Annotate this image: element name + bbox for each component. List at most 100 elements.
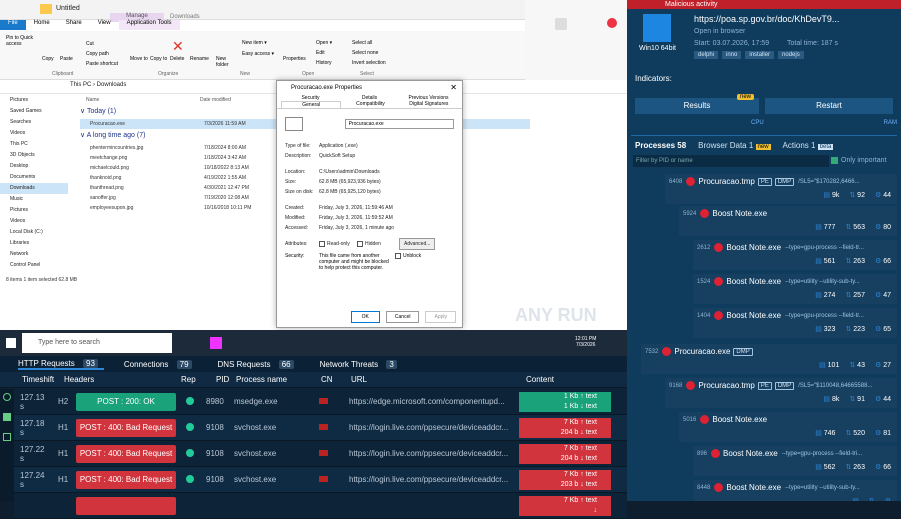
nav-item[interactable]: Documents — [0, 172, 68, 183]
tag[interactable]: inno — [722, 51, 742, 59]
nav-item[interactable]: Videos — [0, 128, 68, 139]
nav-item[interactable]: Local Disk (C:) — [0, 227, 68, 238]
select-all-button[interactable]: Select all — [352, 40, 372, 46]
tab-processes[interactable]: Processes 58 — [635, 141, 686, 150]
tab-actions[interactable]: Actions 1 beta — [783, 141, 834, 150]
pin-button[interactable]: Pin to Quick access — [6, 35, 36, 47]
nav-item[interactable]: Network — [0, 249, 68, 260]
process-node[interactable]: 2612 Boost Note.exe --type=gpu-process --f… — [693, 240, 897, 270]
process-node[interactable]: 7532 Procuracao.exe DMP ▤ 101 ⇅ 43 ⚙ 27 — [641, 344, 897, 374]
table-row[interactable]: 127.18 s H1 POST : 400: Bad Request 9108 svc… — [14, 415, 627, 441]
nav-item[interactable]: Pictures — [0, 95, 68, 106]
col-name[interactable]: Name — [80, 95, 200, 105]
process-node[interactable]: 5016 Boost Note.exe ▤ 746 ⇅ 520 ⚙ 81 — [679, 412, 897, 442]
move-to-button[interactable]: Move to — [130, 56, 148, 62]
file-icon[interactable] — [3, 413, 11, 421]
close-icon[interactable]: ✕ — [450, 83, 457, 92]
paste-button[interactable]: Paste — [60, 56, 73, 62]
tab-dns-requests[interactable]: DNS Requests 66 — [218, 359, 300, 369]
ok-button[interactable]: OK — [350, 311, 380, 323]
tab-general[interactable]: General — [281, 101, 342, 108]
taskbar-search[interactable]: Type here to search — [22, 333, 172, 353]
process-node[interactable]: 5924 Boost Note.exe ▤ 777 ⇅ 563 ⚙ 80 — [679, 206, 897, 236]
table-row[interactable]: 7 Kb ↑ text ↓ — [14, 493, 627, 519]
url[interactable]: https://login.live.com/ppsecure/devicead… — [349, 423, 519, 432]
new-item-button[interactable]: New item ▾ — [242, 40, 267, 46]
tag[interactable]: nodejs — [778, 51, 804, 59]
nav-item[interactable]: Music — [0, 194, 68, 205]
tab-home[interactable]: Home — [25, 20, 58, 30]
copy-to-button[interactable]: Copy to — [150, 56, 167, 62]
nav-item[interactable]: 3D Objects — [0, 150, 68, 161]
restart-button[interactable]: Restart — [765, 98, 893, 114]
tab-digital-signatures[interactable]: Digital Signatures — [400, 101, 458, 108]
results-label: Results — [683, 101, 711, 110]
advanced-button[interactable]: Advanced... — [399, 238, 436, 250]
windows-start-icon[interactable] — [6, 338, 16, 348]
tab-file[interactable]: File — [0, 20, 26, 30]
delete-button[interactable]: Delete — [170, 56, 184, 62]
nav-item[interactable]: Control Panel — [0, 260, 68, 271]
rename-button[interactable]: Rename — [190, 56, 209, 62]
url[interactable]: https://login.live.com/ppsecure/devicead… — [349, 449, 519, 458]
nav-item[interactable]: Saved Games — [0, 106, 68, 117]
copy-button[interactable]: Copy — [42, 56, 54, 62]
copy-path-button[interactable]: Copy path — [86, 51, 109, 57]
table-row[interactable]: 127.24 s H1 POST : 400: Bad Request 9108 svc… — [14, 467, 627, 493]
globe-icon[interactable] — [3, 393, 11, 401]
col-date[interactable]: Date modified — [200, 95, 231, 105]
tab-application-tools[interactable]: Application Tools — [118, 20, 180, 30]
tab-compatibility[interactable]: Compatibility — [341, 101, 399, 108]
filename-field[interactable]: Procuracao.exe — [344, 119, 454, 129]
cut-button[interactable]: Cut — [86, 41, 94, 47]
tab-share[interactable]: Share — [58, 20, 90, 30]
tab-connections[interactable]: Connections 79 — [124, 359, 198, 369]
open-button[interactable]: Open ▾ — [316, 40, 332, 46]
history-button[interactable]: History — [316, 60, 332, 66]
filter-input[interactable]: Filter by PID or name — [633, 155, 829, 167]
bug-icon[interactable] — [3, 433, 11, 441]
paste-shortcut-button[interactable]: Paste shortcut — [86, 61, 118, 67]
nav-item[interactable]: This PC — [0, 139, 68, 150]
download-icon[interactable] — [555, 18, 567, 30]
process-node[interactable]: 9168 Procuracao.tmp PE DMP/SL5="$110048,646… — [665, 378, 897, 408]
process-node[interactable]: 8448 Boost Note.exe --type=utility --utili… — [693, 480, 897, 501]
open-in-browser-link[interactable]: Open in browser — [694, 28, 745, 35]
nav-item[interactable]: Searches — [0, 117, 68, 128]
new-folder-button[interactable]: New folder — [216, 56, 238, 68]
readonly-checkbox[interactable] — [319, 241, 325, 247]
unblock-checkbox[interactable] — [395, 253, 401, 259]
easy-access-button[interactable]: Easy access ▾ — [242, 51, 274, 57]
process-node[interactable]: 896 Boost Note.exe --type=gpu-process --fi… — [693, 446, 897, 476]
nav-item-downloads[interactable]: Downloads — [0, 183, 68, 194]
edit-button[interactable]: Edit — [316, 50, 325, 56]
tab-view[interactable]: View — [90, 20, 119, 30]
tag[interactable]: delphi — [694, 51, 719, 59]
url[interactable]: https://login.live.com/ppsecure/devicead… — [349, 475, 519, 484]
nav-item[interactable]: Desktop — [0, 161, 68, 172]
results-button[interactable]: Results — [635, 98, 759, 114]
nav-item[interactable]: Pictures — [0, 205, 68, 216]
copilot-icon[interactable] — [607, 18, 617, 28]
tab-browser-data[interactable]: Browser Data 1 new — [698, 141, 771, 150]
firefox-icon[interactable] — [210, 337, 222, 349]
tag[interactable]: installer — [745, 51, 775, 59]
task-url[interactable]: https://poa.sp.gov.br/doc/KhDevT9... — [694, 14, 869, 24]
properties-button[interactable]: Properties — [283, 56, 306, 62]
select-none-button[interactable]: Select none — [352, 50, 378, 56]
process-node[interactable]: 6408 Procuracao.tmp PE DMP/SL5="$170282,646… — [665, 174, 897, 204]
cancel-button[interactable]: Cancel — [385, 311, 420, 323]
process-node[interactable]: 1524 Boost Note.exe --type=utility --utili… — [693, 274, 897, 304]
tab-http-requests[interactable]: HTTP Requests 93 — [18, 358, 104, 370]
hidden-checkbox[interactable] — [357, 241, 363, 247]
invert-selection-button[interactable]: Invert selection — [352, 60, 386, 66]
apply-button[interactable]: Apply — [425, 311, 456, 323]
nav-item[interactable]: Libraries — [0, 238, 68, 249]
table-row[interactable]: 127.13 s H2 POST : 200: OK 8980 msedge.exe ht… — [14, 389, 627, 415]
url[interactable]: https://edge.microsoft.com/componentupd.… — [349, 397, 519, 406]
process-node[interactable]: 1404 Boost Note.exe --type=gpu-process --f… — [693, 308, 897, 338]
tab-network-threats[interactable]: Network Threats 3 — [320, 359, 403, 369]
only-important-checkbox[interactable] — [831, 157, 838, 164]
nav-item[interactable]: Videos — [0, 216, 68, 227]
table-row[interactable]: 127.22 s H1 POST : 400: Bad Request 9108 svc… — [14, 441, 627, 467]
